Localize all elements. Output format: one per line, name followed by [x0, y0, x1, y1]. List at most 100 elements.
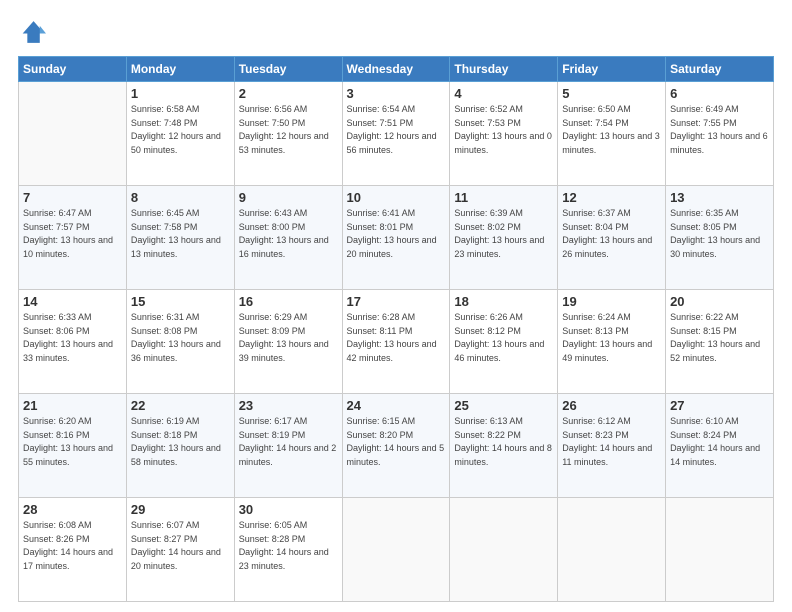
- day-number: 16: [239, 294, 338, 309]
- day-number: 2: [239, 86, 338, 101]
- weekday-header-sunday: Sunday: [19, 57, 127, 82]
- day-detail: Sunrise: 6:17 AM Sunset: 8:19 PM Dayligh…: [239, 415, 338, 469]
- calendar: SundayMondayTuesdayWednesdayThursdayFrid…: [18, 56, 774, 602]
- day-number: 12: [562, 190, 661, 205]
- calendar-cell: 11 Sunrise: 6:39 AM Sunset: 8:02 PM Dayl…: [450, 186, 558, 290]
- calendar-cell: 12 Sunrise: 6:37 AM Sunset: 8:04 PM Dayl…: [558, 186, 666, 290]
- day-detail: Sunrise: 6:13 AM Sunset: 8:22 PM Dayligh…: [454, 415, 553, 469]
- calendar-header-row: SundayMondayTuesdayWednesdayThursdayFrid…: [19, 57, 774, 82]
- calendar-cell: [450, 498, 558, 602]
- day-detail: Sunrise: 6:35 AM Sunset: 8:05 PM Dayligh…: [670, 207, 769, 261]
- day-number: 26: [562, 398, 661, 413]
- calendar-week-5: 28 Sunrise: 6:08 AM Sunset: 8:26 PM Dayl…: [19, 498, 774, 602]
- day-detail: Sunrise: 6:49 AM Sunset: 7:55 PM Dayligh…: [670, 103, 769, 157]
- weekday-header-friday: Friday: [558, 57, 666, 82]
- day-number: 8: [131, 190, 230, 205]
- day-detail: Sunrise: 6:47 AM Sunset: 7:57 PM Dayligh…: [23, 207, 122, 261]
- day-detail: Sunrise: 6:10 AM Sunset: 8:24 PM Dayligh…: [670, 415, 769, 469]
- weekday-header-wednesday: Wednesday: [342, 57, 450, 82]
- day-number: 20: [670, 294, 769, 309]
- day-number: 15: [131, 294, 230, 309]
- day-number: 25: [454, 398, 553, 413]
- day-detail: Sunrise: 6:39 AM Sunset: 8:02 PM Dayligh…: [454, 207, 553, 261]
- day-number: 27: [670, 398, 769, 413]
- day-number: 14: [23, 294, 122, 309]
- calendar-cell: 1 Sunrise: 6:58 AM Sunset: 7:48 PM Dayli…: [126, 82, 234, 186]
- calendar-cell: 17 Sunrise: 6:28 AM Sunset: 8:11 PM Dayl…: [342, 290, 450, 394]
- weekday-header-monday: Monday: [126, 57, 234, 82]
- calendar-cell: 25 Sunrise: 6:13 AM Sunset: 8:22 PM Dayl…: [450, 394, 558, 498]
- day-detail: Sunrise: 6:29 AM Sunset: 8:09 PM Dayligh…: [239, 311, 338, 365]
- day-number: 18: [454, 294, 553, 309]
- calendar-cell: 2 Sunrise: 6:56 AM Sunset: 7:50 PM Dayli…: [234, 82, 342, 186]
- day-detail: Sunrise: 6:05 AM Sunset: 8:28 PM Dayligh…: [239, 519, 338, 573]
- day-detail: Sunrise: 6:20 AM Sunset: 8:16 PM Dayligh…: [23, 415, 122, 469]
- weekday-header-thursday: Thursday: [450, 57, 558, 82]
- weekday-header-tuesday: Tuesday: [234, 57, 342, 82]
- calendar-cell: 8 Sunrise: 6:45 AM Sunset: 7:58 PM Dayli…: [126, 186, 234, 290]
- day-detail: Sunrise: 6:58 AM Sunset: 7:48 PM Dayligh…: [131, 103, 230, 157]
- logo: [18, 18, 50, 46]
- day-number: 22: [131, 398, 230, 413]
- day-detail: Sunrise: 6:26 AM Sunset: 8:12 PM Dayligh…: [454, 311, 553, 365]
- day-detail: Sunrise: 6:43 AM Sunset: 8:00 PM Dayligh…: [239, 207, 338, 261]
- calendar-cell: 4 Sunrise: 6:52 AM Sunset: 7:53 PM Dayli…: [450, 82, 558, 186]
- day-number: 28: [23, 502, 122, 517]
- day-number: 10: [347, 190, 446, 205]
- calendar-cell: 16 Sunrise: 6:29 AM Sunset: 8:09 PM Dayl…: [234, 290, 342, 394]
- calendar-week-4: 21 Sunrise: 6:20 AM Sunset: 8:16 PM Dayl…: [19, 394, 774, 498]
- day-detail: Sunrise: 6:24 AM Sunset: 8:13 PM Dayligh…: [562, 311, 661, 365]
- day-number: 23: [239, 398, 338, 413]
- day-detail: Sunrise: 6:45 AM Sunset: 7:58 PM Dayligh…: [131, 207, 230, 261]
- calendar-cell: [342, 498, 450, 602]
- day-detail: Sunrise: 6:08 AM Sunset: 8:26 PM Dayligh…: [23, 519, 122, 573]
- day-number: 19: [562, 294, 661, 309]
- day-detail: Sunrise: 6:22 AM Sunset: 8:15 PM Dayligh…: [670, 311, 769, 365]
- calendar-cell: 21 Sunrise: 6:20 AM Sunset: 8:16 PM Dayl…: [19, 394, 127, 498]
- calendar-cell: 18 Sunrise: 6:26 AM Sunset: 8:12 PM Dayl…: [450, 290, 558, 394]
- weekday-header-saturday: Saturday: [666, 57, 774, 82]
- calendar-cell: [19, 82, 127, 186]
- day-detail: Sunrise: 6:33 AM Sunset: 8:06 PM Dayligh…: [23, 311, 122, 365]
- header: [18, 18, 774, 46]
- calendar-cell: 29 Sunrise: 6:07 AM Sunset: 8:27 PM Dayl…: [126, 498, 234, 602]
- calendar-cell: 7 Sunrise: 6:47 AM Sunset: 7:57 PM Dayli…: [19, 186, 127, 290]
- calendar-cell: 28 Sunrise: 6:08 AM Sunset: 8:26 PM Dayl…: [19, 498, 127, 602]
- day-number: 11: [454, 190, 553, 205]
- day-detail: Sunrise: 6:15 AM Sunset: 8:20 PM Dayligh…: [347, 415, 446, 469]
- calendar-cell: 6 Sunrise: 6:49 AM Sunset: 7:55 PM Dayli…: [666, 82, 774, 186]
- page: SundayMondayTuesdayWednesdayThursdayFrid…: [0, 0, 792, 612]
- day-detail: Sunrise: 6:19 AM Sunset: 8:18 PM Dayligh…: [131, 415, 230, 469]
- day-number: 24: [347, 398, 446, 413]
- day-detail: Sunrise: 6:41 AM Sunset: 8:01 PM Dayligh…: [347, 207, 446, 261]
- calendar-cell: 15 Sunrise: 6:31 AM Sunset: 8:08 PM Dayl…: [126, 290, 234, 394]
- day-number: 6: [670, 86, 769, 101]
- calendar-cell: 10 Sunrise: 6:41 AM Sunset: 8:01 PM Dayl…: [342, 186, 450, 290]
- day-detail: Sunrise: 6:28 AM Sunset: 8:11 PM Dayligh…: [347, 311, 446, 365]
- day-detail: Sunrise: 6:54 AM Sunset: 7:51 PM Dayligh…: [347, 103, 446, 157]
- logo-icon: [18, 18, 46, 46]
- calendar-cell: 14 Sunrise: 6:33 AM Sunset: 8:06 PM Dayl…: [19, 290, 127, 394]
- day-number: 29: [131, 502, 230, 517]
- day-number: 13: [670, 190, 769, 205]
- day-number: 7: [23, 190, 122, 205]
- calendar-cell: 9 Sunrise: 6:43 AM Sunset: 8:00 PM Dayli…: [234, 186, 342, 290]
- day-detail: Sunrise: 6:52 AM Sunset: 7:53 PM Dayligh…: [454, 103, 553, 157]
- day-detail: Sunrise: 6:56 AM Sunset: 7:50 PM Dayligh…: [239, 103, 338, 157]
- day-number: 17: [347, 294, 446, 309]
- calendar-cell: 5 Sunrise: 6:50 AM Sunset: 7:54 PM Dayli…: [558, 82, 666, 186]
- calendar-cell: 20 Sunrise: 6:22 AM Sunset: 8:15 PM Dayl…: [666, 290, 774, 394]
- calendar-week-1: 1 Sunrise: 6:58 AM Sunset: 7:48 PM Dayli…: [19, 82, 774, 186]
- day-number: 1: [131, 86, 230, 101]
- calendar-cell: 3 Sunrise: 6:54 AM Sunset: 7:51 PM Dayli…: [342, 82, 450, 186]
- calendar-cell: [558, 498, 666, 602]
- calendar-cell: 22 Sunrise: 6:19 AM Sunset: 8:18 PM Dayl…: [126, 394, 234, 498]
- day-detail: Sunrise: 6:12 AM Sunset: 8:23 PM Dayligh…: [562, 415, 661, 469]
- day-detail: Sunrise: 6:31 AM Sunset: 8:08 PM Dayligh…: [131, 311, 230, 365]
- day-detail: Sunrise: 6:50 AM Sunset: 7:54 PM Dayligh…: [562, 103, 661, 157]
- day-number: 21: [23, 398, 122, 413]
- calendar-cell: [666, 498, 774, 602]
- day-number: 9: [239, 190, 338, 205]
- calendar-cell: 27 Sunrise: 6:10 AM Sunset: 8:24 PM Dayl…: [666, 394, 774, 498]
- calendar-cell: 23 Sunrise: 6:17 AM Sunset: 8:19 PM Dayl…: [234, 394, 342, 498]
